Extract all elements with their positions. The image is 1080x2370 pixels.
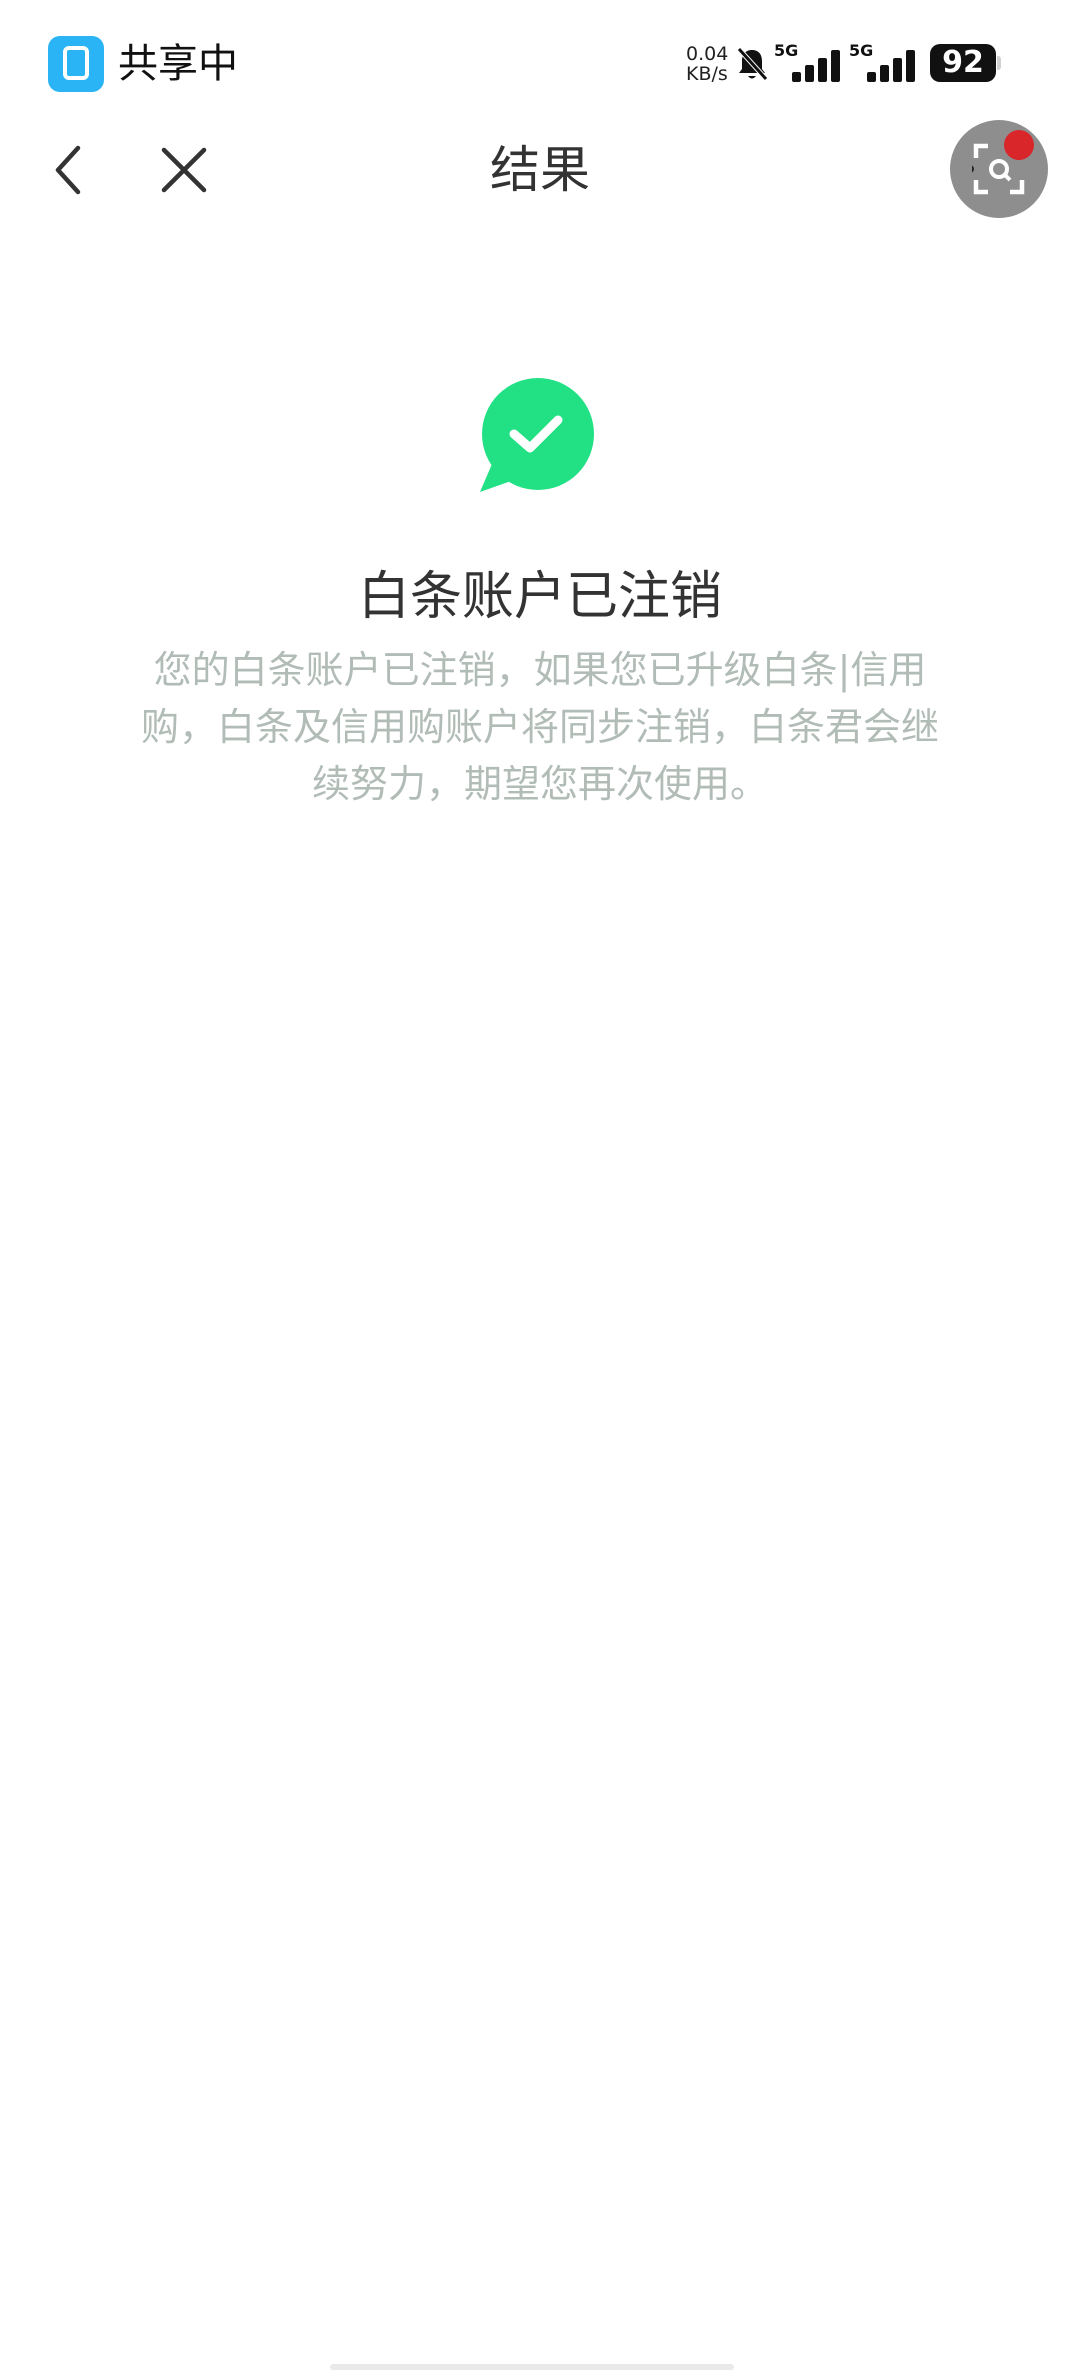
- screen-share-icon: [48, 36, 104, 92]
- signal-1-tag: 5G: [774, 41, 799, 60]
- home-indicator[interactable]: [330, 2364, 734, 2370]
- status-bar: 共享中 0.04 KB/s 5G 5G 92: [0, 0, 1080, 130]
- result-title: 白条账户已注销: [357, 567, 722, 627]
- bell-off-icon: [737, 47, 768, 81]
- battery-level: 92: [942, 45, 984, 80]
- notification-badge: [1004, 130, 1034, 160]
- signal-icon: 5G: [849, 42, 923, 82]
- network-speed-unit: KB/s: [686, 63, 728, 85]
- battery-cap: [997, 56, 1001, 70]
- scan-button[interactable]: [950, 120, 1048, 218]
- chevron-left-icon[interactable]: [44, 138, 100, 202]
- result-description: 您的白条账户已注销，如果您已升级白条|信用购，白条及信用购账户将同步注销，白条君…: [140, 648, 939, 806]
- close-icon[interactable]: [152, 138, 216, 202]
- share-status-label: 共享中: [118, 41, 238, 87]
- battery-icon: 92: [930, 44, 996, 82]
- page-title: 结果: [490, 141, 590, 199]
- network-speed-value: 0.04: [686, 43, 729, 65]
- network-speed: 0.04 KB/s: [686, 44, 736, 84]
- signal-2-tag: 5G: [849, 41, 874, 60]
- signal-icon: 5G: [774, 42, 848, 82]
- check-bubble-icon: [480, 378, 594, 492]
